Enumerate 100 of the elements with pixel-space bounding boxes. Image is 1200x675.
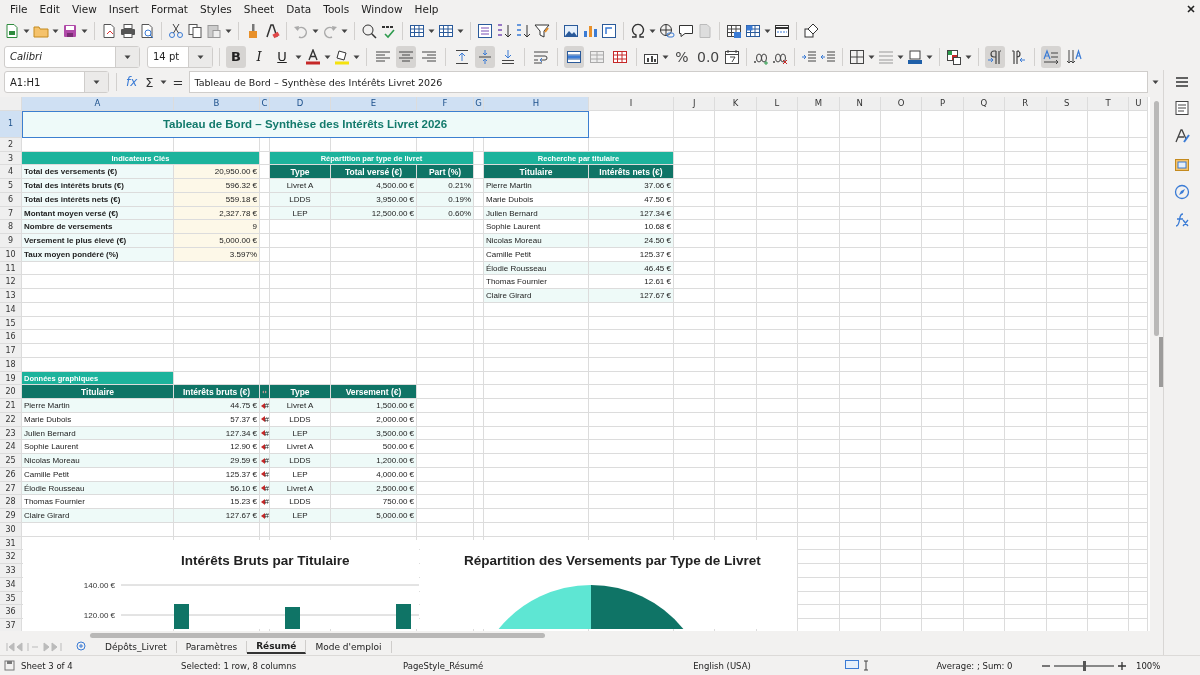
print-range-icon[interactable] xyxy=(745,22,761,39)
font-color-icon[interactable] xyxy=(305,48,321,65)
column-header[interactable]: U xyxy=(1129,97,1149,111)
cut-icon[interactable] xyxy=(168,22,184,39)
sum-button[interactable]: Σ xyxy=(143,75,156,90)
sheet-tab[interactable]: Dépôts_Livret xyxy=(96,640,177,653)
new-document-icon[interactable] xyxy=(4,22,20,39)
menu-item[interactable]: Tools xyxy=(317,3,356,15)
merge-cells-icon[interactable] xyxy=(589,48,605,65)
underline-button[interactable]: U xyxy=(272,45,292,68)
menu-item[interactable]: Window xyxy=(355,3,409,15)
column-header[interactable]: L xyxy=(756,97,799,111)
column-header[interactable]: N xyxy=(839,97,881,111)
sort-icon[interactable] xyxy=(477,22,493,39)
column-header[interactable]: Q xyxy=(963,97,1006,111)
sheet-navigation-icon[interactable] xyxy=(4,640,64,653)
highlight-icon[interactable] xyxy=(334,48,350,65)
menu-item[interactable]: Sheet xyxy=(237,3,281,15)
column-header[interactable]: K xyxy=(715,97,757,111)
close-icon[interactable] xyxy=(1186,4,1196,14)
font-size-field[interactable]: 14 pt xyxy=(147,45,213,68)
wrap-text-icon[interactable] xyxy=(533,48,549,65)
indent-icon[interactable] xyxy=(801,48,818,65)
calendar-icon[interactable] xyxy=(724,48,741,65)
row-header[interactable]: 4 xyxy=(0,165,22,180)
rows-icon[interactable] xyxy=(409,22,425,39)
align-top-icon[interactable] xyxy=(454,48,470,65)
sheet-tab[interactable]: Résumé xyxy=(247,639,307,654)
gallery-icon[interactable] xyxy=(1174,156,1190,172)
border-color-icon[interactable] xyxy=(907,48,924,65)
borders-icon[interactable] xyxy=(849,48,866,65)
row-header[interactable]: 12 xyxy=(0,275,22,290)
percent-format-button[interactable]: % xyxy=(672,45,692,68)
paragraph-rtl-icon[interactable] xyxy=(1010,48,1027,65)
vertical-text-icon[interactable] xyxy=(1066,48,1083,65)
menu-item[interactable]: Insert xyxy=(102,3,145,15)
paragraph-ltr-button[interactable] xyxy=(985,45,1006,68)
formula-input[interactable]: Tableau de Bord – Synthèse des Intérêts Livret 2026 xyxy=(189,71,1148,94)
column-header[interactable]: F xyxy=(417,97,474,111)
pdf-export-icon[interactable] xyxy=(101,22,117,39)
sheet-tab[interactable]: Mode d'emploi xyxy=(306,640,392,653)
row-header[interactable]: 32 xyxy=(0,550,22,565)
print-preview-icon[interactable] xyxy=(139,22,155,39)
hyperlink-icon[interactable] xyxy=(659,22,675,39)
menu-item[interactable]: View xyxy=(65,3,103,15)
row-header[interactable]: 5 xyxy=(0,179,22,193)
sort-ascending-icon[interactable] xyxy=(496,22,512,39)
column-header[interactable]: O xyxy=(880,97,923,111)
print-icon[interactable] xyxy=(120,22,136,39)
column-header[interactable]: M xyxy=(798,97,840,111)
copy-icon[interactable] xyxy=(187,22,203,39)
align-left-icon[interactable] xyxy=(375,48,391,65)
functions-icon[interactable] xyxy=(1174,212,1190,228)
headers-icon[interactable] xyxy=(774,22,790,39)
filter-icon[interactable] xyxy=(534,22,550,39)
align-right-icon[interactable] xyxy=(421,48,437,65)
row-header[interactable]: 36 xyxy=(0,605,22,620)
navigator-icon[interactable] xyxy=(1174,184,1190,200)
find-replace-icon[interactable] xyxy=(361,22,377,39)
columns-icon[interactable] xyxy=(438,22,454,39)
column-header[interactable]: J xyxy=(674,97,716,111)
properties-icon[interactable] xyxy=(1174,100,1190,116)
column-header[interactable]: R xyxy=(1005,97,1047,111)
align-center-button[interactable] xyxy=(396,45,416,68)
row-header[interactable]: 33 xyxy=(0,564,22,578)
column-header[interactable]: E xyxy=(331,97,417,111)
column-header[interactable]: T xyxy=(1087,97,1130,111)
add-sheet-icon[interactable] xyxy=(76,640,86,651)
font-name-field[interactable]: Calibri xyxy=(4,45,140,68)
row-header[interactable]: 13 xyxy=(0,289,22,303)
zoom-slider-thumb[interactable] xyxy=(1083,660,1086,671)
zoom-in-icon[interactable] xyxy=(1118,661,1126,670)
column-header[interactable]: P xyxy=(922,97,964,111)
column-header[interactable]: A xyxy=(22,97,174,111)
column-header[interactable]: I xyxy=(589,97,674,111)
row-header[interactable]: 9 xyxy=(0,234,22,248)
number-decimal-button[interactable]: 0.0 xyxy=(695,45,722,68)
comment-icon[interactable] xyxy=(678,22,694,39)
row-header[interactable]: 24 xyxy=(0,440,22,455)
menu-item[interactable]: Styles xyxy=(194,3,238,15)
bold-button[interactable]: B xyxy=(226,45,246,68)
clear-formatting-icon[interactable] xyxy=(264,22,280,39)
freeze-panes-icon[interactable] xyxy=(726,22,742,39)
row-header[interactable]: 25 xyxy=(0,454,22,468)
formula-button[interactable]: = xyxy=(170,75,186,90)
insert-mode-icon[interactable] xyxy=(863,660,869,671)
row-header[interactable]: 28 xyxy=(0,495,22,510)
text-direction-button[interactable] xyxy=(1041,45,1062,68)
row-header[interactable]: 8 xyxy=(0,220,22,235)
name-box[interactable]: A1:H1 xyxy=(4,71,109,94)
shapes-icon[interactable] xyxy=(803,22,819,39)
select-all-corner[interactable] xyxy=(0,97,22,111)
sort-descending-icon[interactable] xyxy=(515,22,531,39)
menu-item[interactable]: Help xyxy=(408,3,445,15)
row-header[interactable]: 21 xyxy=(0,399,22,413)
save-icon[interactable] xyxy=(62,22,78,39)
conditional-format-icon[interactable] xyxy=(946,48,963,65)
align-middle-button[interactable] xyxy=(475,45,495,68)
image-icon[interactable] xyxy=(563,22,579,39)
italic-button[interactable]: I xyxy=(249,45,269,68)
